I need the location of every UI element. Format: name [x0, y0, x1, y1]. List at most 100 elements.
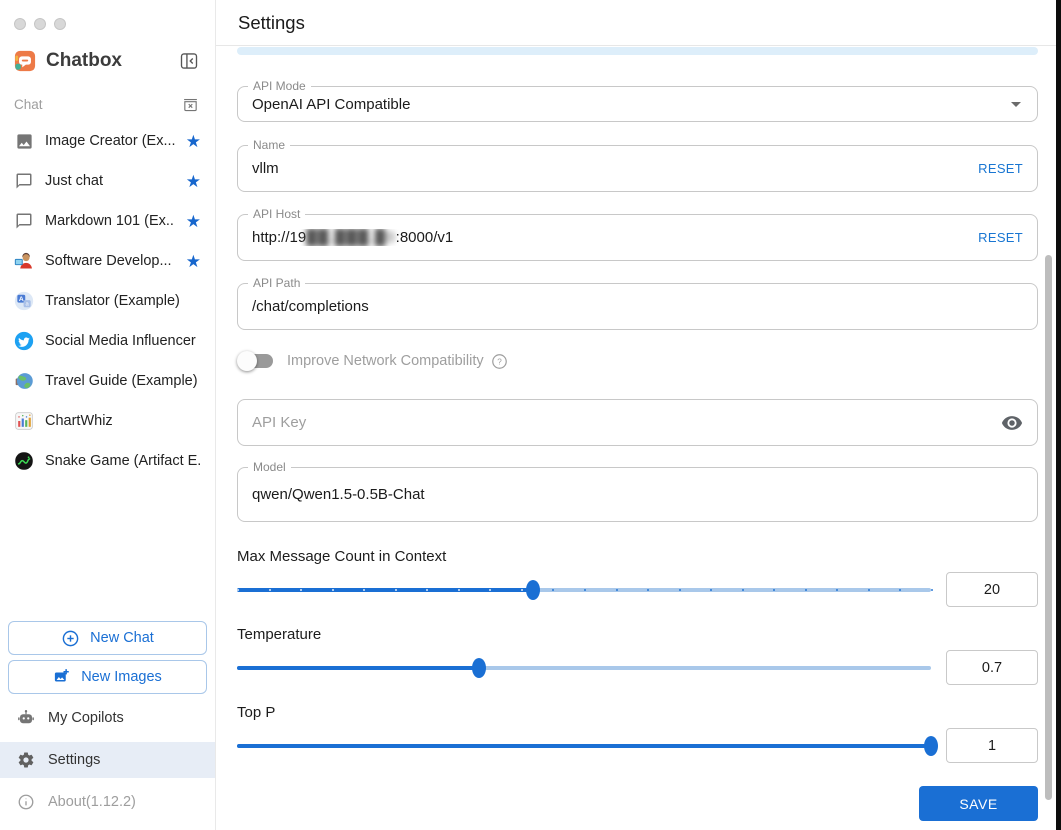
help-icon[interactable]: ?: [491, 353, 508, 370]
conversation-item-image-creator[interactable]: Image Creator (Ex... ★: [0, 121, 215, 161]
sidebar-bottom: New Chat New Images My Copilots Settings…: [0, 616, 215, 830]
slider-thumb[interactable]: [526, 579, 541, 600]
sidebar-item-about[interactable]: About(1.12.2): [0, 784, 215, 820]
sidebar-item-my-copilots[interactable]: My Copilots: [0, 700, 215, 736]
name-field[interactable]: Name vllm RESET: [237, 138, 1038, 192]
star-icon[interactable]: ★: [186, 133, 201, 150]
close-window-button[interactable]: [14, 18, 26, 30]
chat-section-header: Chat: [0, 72, 215, 121]
star-icon[interactable]: ★: [186, 173, 201, 190]
name-label: Name: [248, 138, 291, 153]
chevron-down-icon: [1011, 101, 1021, 107]
conversation-label: Software Develop...: [45, 253, 172, 269]
temperature-slider[interactable]: [237, 657, 931, 678]
chat-bubble-icon: [14, 211, 34, 231]
star-icon[interactable]: ★: [186, 213, 201, 230]
network-compat-row: Improve Network Compatibility ?: [237, 349, 1038, 373]
conversation-label: ChartWhiz: [45, 413, 113, 429]
conversation-label: Translator (Example): [45, 293, 180, 309]
twitter-bird-icon: [14, 331, 34, 351]
clear-conversations-icon[interactable]: [182, 96, 199, 113]
slider-thumb[interactable]: [471, 657, 486, 678]
conversation-item-travel-guide[interactable]: Travel Guide (Example): [0, 361, 215, 401]
model-field[interactable]: Model qwen/Qwen1.5-0.5B-Chat: [237, 460, 1038, 522]
save-button[interactable]: SAVE: [919, 786, 1038, 821]
conversation-item-social-media[interactable]: Social Media Influencer ...: [0, 321, 215, 361]
slider-thumb[interactable]: [924, 735, 938, 756]
max-message-count-slider[interactable]: [237, 579, 933, 600]
svg-text:?: ?: [497, 357, 502, 366]
page-header: Settings: [216, 0, 1061, 46]
max-message-count-label: Max Message Count in Context: [237, 548, 447, 565]
api-key-field[interactable]: [237, 399, 1038, 446]
window-edge: [1056, 0, 1061, 830]
redacted-host-segment: ██.███.█0: [306, 229, 396, 246]
scrollbar[interactable]: [1045, 255, 1052, 800]
chat-bubble-icon: [14, 171, 34, 191]
window-controls: [0, 0, 215, 30]
api-mode-label: API Mode: [248, 79, 311, 94]
reset-api-host-button[interactable]: RESET: [978, 230, 1023, 245]
api-key-input[interactable]: [252, 414, 1001, 431]
chatbox-logo-icon: [14, 50, 36, 72]
snake-game-icon: [14, 451, 34, 471]
temperature-label: Temperature: [237, 626, 322, 643]
conversation-label: Image Creator (Ex...: [45, 133, 175, 149]
top-p-label: Top P: [237, 704, 276, 721]
network-compat-label: Improve Network Compatibility: [287, 353, 484, 369]
temperature-value[interactable]: 0.7: [946, 650, 1038, 685]
plus-circle-icon: [61, 629, 80, 648]
network-compat-toggle[interactable]: [237, 351, 273, 371]
conversation-item-markdown-101[interactable]: Markdown 101 (Ex... ★: [0, 201, 215, 241]
api-host-field[interactable]: API Host http://19██.███.█0:8000/v1 RESE…: [237, 207, 1038, 261]
conversation-item-snake-game[interactable]: Snake Game (Artifact E...: [0, 441, 215, 481]
model-label: Model: [248, 460, 291, 475]
api-path-label: API Path: [248, 276, 306, 291]
settings-label: Settings: [48, 752, 101, 768]
minimize-window-button[interactable]: [34, 18, 46, 30]
bar-chart-emoji-icon: [14, 411, 34, 431]
conversation-item-software-developer[interactable]: Software Develop... ★: [0, 241, 215, 281]
conversation-label: Just chat: [45, 173, 104, 189]
my-copilots-label: My Copilots: [48, 710, 124, 726]
conversation-list: Image Creator (Ex... ★ Just chat ★ Markd…: [0, 121, 215, 481]
chatbox-window: Chatbox Chat Image Creator (Ex... ★ Just…: [0, 0, 1061, 830]
app-title: Chatbox: [46, 50, 122, 71]
sidebar-item-settings[interactable]: Settings: [0, 742, 215, 778]
chat-section-label: Chat: [14, 97, 43, 112]
settings-form: API Mode OpenAI API Compatible Name vllm…: [216, 46, 1061, 830]
conversation-label: Travel Guide (Example): [45, 373, 198, 389]
api-path-field[interactable]: API Path /chat/completions: [237, 276, 1038, 330]
new-images-button[interactable]: New Images: [8, 660, 207, 694]
top-p-slider[interactable]: [237, 735, 938, 756]
about-label: About(1.12.2): [48, 794, 136, 810]
max-message-count-row: 20: [237, 572, 1038, 607]
maximize-window-button[interactable]: [54, 18, 66, 30]
model-value: qwen/Qwen1.5-0.5B-Chat: [252, 486, 425, 503]
gear-icon: [17, 751, 35, 769]
api-host-value: http://19██.███.█0:8000/v1: [252, 229, 454, 246]
globe-emoji-icon: [14, 371, 34, 391]
conversation-item-just-chat[interactable]: Just chat ★: [0, 161, 215, 201]
eye-icon[interactable]: [1001, 412, 1023, 434]
collapse-sidebar-icon[interactable]: [179, 51, 199, 71]
scrolled-tab-sliver: [237, 47, 1038, 55]
api-host-label: API Host: [248, 207, 306, 222]
conversation-label: Snake Game (Artifact E...: [45, 453, 201, 469]
technologist-emoji-icon: [14, 251, 34, 271]
sidebar: Chatbox Chat Image Creator (Ex... ★ Just…: [0, 0, 216, 830]
new-chat-label: New Chat: [90, 630, 154, 646]
conversation-item-translator[interactable]: A a Translator (Example): [0, 281, 215, 321]
api-mode-select[interactable]: API Mode OpenAI API Compatible: [237, 79, 1038, 122]
settings-panel: Settings API Mode OpenAI API Compatible …: [216, 0, 1061, 830]
temperature-row: 0.7: [237, 650, 1038, 685]
reset-name-button[interactable]: RESET: [978, 161, 1023, 176]
top-p-value[interactable]: 1: [946, 728, 1038, 763]
star-icon[interactable]: ★: [186, 253, 201, 270]
new-chat-button[interactable]: New Chat: [8, 621, 207, 655]
max-message-count-value[interactable]: 20: [946, 572, 1038, 607]
page-title: Settings: [238, 11, 305, 33]
conversation-item-chartwhiz[interactable]: ChartWhiz: [0, 401, 215, 441]
new-images-label: New Images: [81, 669, 162, 685]
name-value: vllm: [252, 160, 279, 177]
